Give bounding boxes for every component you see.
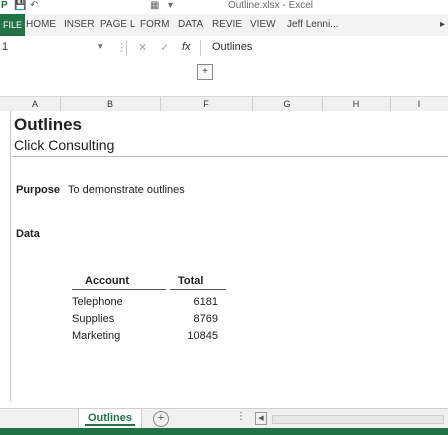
column-header-g[interactable]: G [252,97,322,111]
column-header-b[interactable]: B [60,97,160,111]
expand-group-button[interactable]: + [197,64,213,80]
active-tab-indicator [85,424,135,426]
purpose-label[interactable]: Purpose [16,184,60,196]
undo-icon[interactable]: ↶ [30,0,38,11]
purpose-value[interactable]: To demonstrate outlines [68,184,185,196]
customize-icon[interactable]: ▦ [150,0,159,11]
table-cell-total[interactable]: 8769 [178,313,218,325]
enter-icon[interactable]: ✓ [160,41,169,54]
sheet-title[interactable]: Outlines [14,115,82,135]
sheet-tab-outlines[interactable]: Outlines [78,409,142,429]
column-header-h[interactable]: H [322,97,390,111]
tab-data[interactable]: DATA [178,14,203,36]
insert-function-icon[interactable]: fx [182,41,191,53]
table-cell-total[interactable]: 6181 [178,296,218,308]
ribbon-options-icon[interactable]: ▸ [440,14,445,36]
status-bar [0,428,448,435]
scroll-left-icon[interactable]: ◀ [255,412,267,425]
column-header-i[interactable]: I [390,97,448,111]
worksheet[interactable]: Outlines Click Consulting Purpose To dem… [0,111,448,408]
save-icon[interactable]: 💾 [14,0,26,11]
sheet-tabs-bar: Outlines + ⋮ ◀ [0,408,448,429]
window-title: Outline.xlsx - Excel [228,0,314,11]
divider [200,40,201,56]
user-account[interactable]: Jeff Lenni... [287,14,339,36]
table-header-account[interactable]: Account [85,275,129,287]
table-header-underline [72,289,166,290]
name-box-dropdown-icon[interactable]: ▾ [98,41,103,52]
table-cell-account[interactable]: Marketing [72,330,120,342]
table-cell-account[interactable]: Supplies [72,313,114,325]
tab-home[interactable]: HOME [26,14,56,36]
column-headers: A B F G H I [0,96,448,112]
column-header-a[interactable]: A [12,97,58,111]
dropdown-icon[interactable]: ▾ [168,0,173,11]
ribbon: FILE HOME INSER PAGE L FORM DATA REVIE V… [0,14,448,37]
tab-file[interactable]: FILE [0,14,26,36]
tab-view[interactable]: VIEW [250,14,276,36]
horizontal-scrollbar[interactable] [272,415,444,424]
quick-access-toolbar: P 💾 ↶ ▦ ▾ Outline.xlsx - Excel [0,0,448,15]
tab-insert[interactable]: INSER [64,14,95,36]
cancel-icon[interactable]: ✕ [138,41,147,54]
table-cell-total[interactable]: 10845 [178,330,218,342]
table-header-underline [170,289,226,290]
name-box[interactable]: 1 [2,41,8,53]
add-sheet-button[interactable]: + [153,411,169,427]
split-handle-icon[interactable]: ⋮ [236,411,246,422]
outline-controls: + [0,60,448,96]
sheet-subtitle[interactable]: Click Consulting [14,137,114,153]
formula-input[interactable]: Outlines [212,41,252,53]
table-header-total[interactable]: Total [178,275,203,287]
column-header-f[interactable]: F [160,97,252,111]
divider [126,40,127,56]
tab-review[interactable]: REVIE [212,14,242,36]
divider [12,156,448,157]
tab-page-layout[interactable]: PAGE L [100,14,135,36]
formula-bar: 1 ▾ ⋮ ✕ ✓ fx Outlines [0,36,448,61]
sheet-tab-label: Outlines [87,412,132,424]
tab-formulas[interactable]: FORM [140,14,169,36]
data-label[interactable]: Data [16,228,40,240]
row-gutter-line [10,111,11,401]
app-logo: P [1,0,8,11]
table-cell-account[interactable]: Telephone [72,296,123,308]
